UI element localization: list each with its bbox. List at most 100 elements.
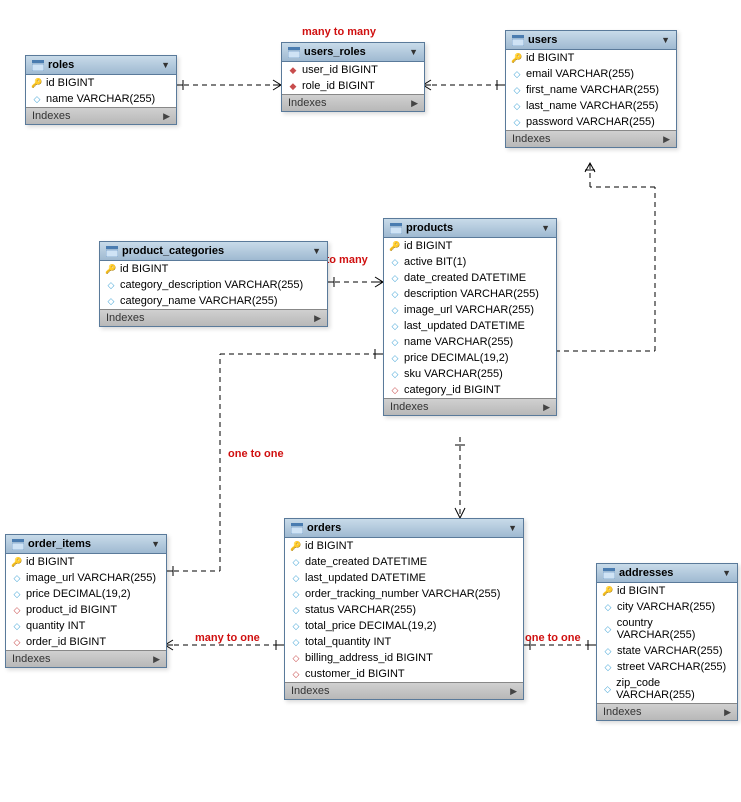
column-row: ◇active BIT(1) [384, 254, 556, 270]
entity-addresses: addresses ▼ 🔑id BIGINT ◇city VARCHAR(255… [596, 563, 738, 721]
diamond-icon: ◇ [106, 280, 116, 290]
diamond-icon: ◇ [603, 646, 613, 656]
column-row: ◇date_created DATETIME [384, 270, 556, 286]
entity-header[interactable]: addresses ▼ [597, 564, 737, 583]
diamond-icon: ◇ [390, 337, 400, 347]
chevron-right-icon: ▶ [663, 134, 670, 145]
entity-header[interactable]: order_items ▼ [6, 535, 166, 554]
indexes-row[interactable]: Indexes▶ [285, 682, 523, 699]
column-row: ◇product_id BIGINT [6, 602, 166, 618]
column-row: ◇name VARCHAR(255) [26, 91, 176, 107]
chevron-down-icon[interactable]: ▼ [722, 568, 731, 578]
indexes-row[interactable]: Indexes▶ [282, 94, 424, 111]
table-icon [603, 568, 615, 579]
chevron-down-icon[interactable]: ▼ [508, 523, 517, 533]
indexes-row[interactable]: Indexes▶ [506, 130, 676, 147]
column-row: 🔑id BIGINT [6, 554, 166, 570]
diamond-icon: ◇ [603, 662, 613, 672]
column-row: ◇category_id BIGINT [384, 382, 556, 398]
table-icon [291, 523, 303, 534]
column-row: ◇street VARCHAR(255) [597, 659, 737, 675]
column-row: ◇customer_id BIGINT [285, 666, 523, 682]
column-row: ◇price DECIMAL(19,2) [384, 350, 556, 366]
diamond-icon: ◇ [12, 637, 22, 647]
diamond-icon: ◆ [288, 81, 298, 91]
chevron-right-icon: ▶ [153, 654, 160, 665]
key-icon: 🔑 [512, 53, 522, 63]
column-row: ◇order_tracking_number VARCHAR(255) [285, 586, 523, 602]
column-row: ◇image_url VARCHAR(255) [6, 570, 166, 586]
column-row: ◇category_description VARCHAR(255) [100, 277, 327, 293]
diamond-icon: ◇ [390, 321, 400, 331]
indexes-row[interactable]: Indexes▶ [597, 703, 737, 720]
indexes-row[interactable]: Indexes▶ [384, 398, 556, 415]
chevron-right-icon: ▶ [510, 686, 517, 697]
column-row: ◆role_id BIGINT [282, 78, 424, 94]
diamond-icon: ◇ [12, 573, 22, 583]
column-row: ◇total_price DECIMAL(19,2) [285, 618, 523, 634]
chevron-down-icon[interactable]: ▼ [661, 35, 670, 45]
chevron-down-icon[interactable]: ▼ [409, 47, 418, 57]
column-row: ◇billing_address_id BIGINT [285, 650, 523, 666]
entity-header[interactable]: product_categories ▼ [100, 242, 327, 261]
chevron-down-icon[interactable]: ▼ [312, 246, 321, 256]
chevron-down-icon[interactable]: ▼ [151, 539, 160, 549]
column-row: 🔑id BIGINT [506, 50, 676, 66]
diamond-icon: ◇ [390, 385, 400, 395]
indexes-row[interactable]: Indexes▶ [26, 107, 176, 124]
label-many-to-one: many to one [195, 632, 260, 644]
chevron-right-icon: ▶ [543, 402, 550, 413]
chevron-down-icon[interactable]: ▼ [541, 223, 550, 233]
entity-users-roles: users_roles ▼ ◆user_id BIGINT ◆role_id B… [281, 42, 425, 112]
label-many-to-many: many to many [302, 26, 376, 38]
entity-products: products ▼ 🔑id BIGINT ◇active BIT(1) ◇da… [383, 218, 557, 416]
column-row: 🔑id BIGINT [26, 75, 176, 91]
column-row: ◇status VARCHAR(255) [285, 602, 523, 618]
column-row: ◇quantity INT [6, 618, 166, 634]
column-row: ◇state VARCHAR(255) [597, 643, 737, 659]
entity-roles: roles ▼ 🔑id BIGINT ◇name VARCHAR(255) In… [25, 55, 177, 125]
diamond-icon: ◇ [390, 289, 400, 299]
column-row: ◆user_id BIGINT [282, 62, 424, 78]
column-row: 🔑id BIGINT [285, 538, 523, 554]
table-icon [12, 539, 24, 550]
entity-title: roles [48, 59, 74, 71]
entity-title: orders [307, 522, 341, 534]
diamond-icon: ◇ [390, 257, 400, 267]
column-row: ◇email VARCHAR(255) [506, 66, 676, 82]
column-row: ◇last_updated DATETIME [285, 570, 523, 586]
diamond-icon: ◇ [512, 117, 522, 127]
entity-header[interactable]: orders ▼ [285, 519, 523, 538]
entity-orders: orders ▼ 🔑id BIGINT ◇date_created DATETI… [284, 518, 524, 700]
diamond-icon: ◇ [106, 296, 116, 306]
entity-header[interactable]: roles ▼ [26, 56, 176, 75]
entity-title: products [406, 222, 453, 234]
column-row: ◇name VARCHAR(255) [384, 334, 556, 350]
table-icon [106, 246, 118, 257]
diamond-icon: ◇ [390, 353, 400, 363]
diamond-icon: ◇ [390, 369, 400, 379]
diamond-icon: ◇ [390, 305, 400, 315]
indexes-row[interactable]: Indexes▶ [6, 650, 166, 667]
key-icon: 🔑 [12, 557, 22, 567]
entity-header[interactable]: products ▼ [384, 219, 556, 238]
diamond-icon: ◇ [390, 273, 400, 283]
entity-header[interactable]: users ▼ [506, 31, 676, 50]
chevron-down-icon[interactable]: ▼ [161, 60, 170, 70]
entity-title: users_roles [304, 46, 366, 58]
indexes-row[interactable]: Indexes▶ [100, 309, 327, 326]
diamond-icon: ◇ [291, 669, 301, 679]
diamond-icon: ◇ [12, 605, 22, 615]
key-icon: 🔑 [603, 586, 613, 596]
entity-header[interactable]: users_roles ▼ [282, 43, 424, 62]
column-row: ◇sku VARCHAR(255) [384, 366, 556, 382]
table-icon [390, 223, 402, 234]
diamond-icon: ◇ [291, 637, 301, 647]
chevron-right-icon: ▶ [411, 98, 418, 109]
diamond-icon: ◇ [291, 605, 301, 615]
column-row: ◇description VARCHAR(255) [384, 286, 556, 302]
column-row: ◇password VARCHAR(255) [506, 114, 676, 130]
column-row: ◇image_url VARCHAR(255) [384, 302, 556, 318]
diamond-icon: ◇ [603, 602, 613, 612]
column-row: ◇last_name VARCHAR(255) [506, 98, 676, 114]
